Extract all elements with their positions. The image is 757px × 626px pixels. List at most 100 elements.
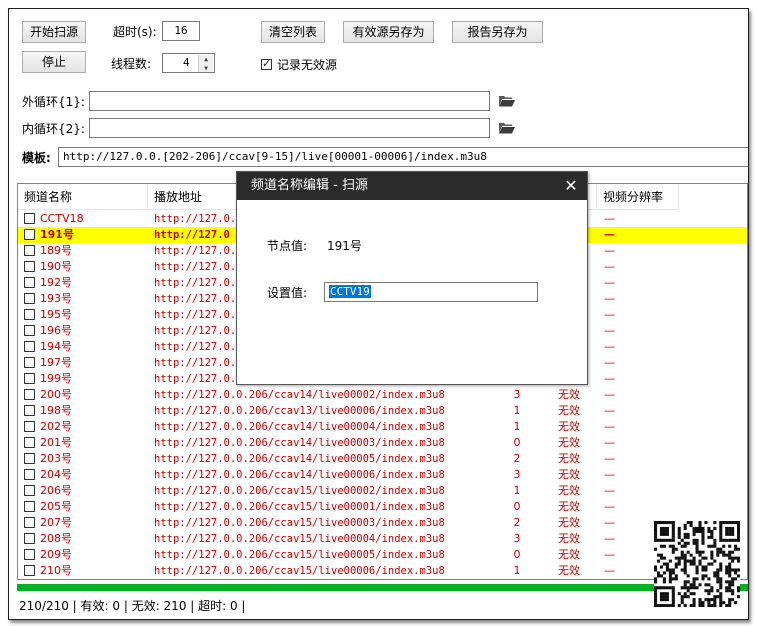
row-name: 199号	[40, 372, 72, 385]
row-checkbox[interactable]	[24, 501, 35, 512]
row-checkbox[interactable]	[24, 437, 35, 448]
row-checkbox[interactable]	[24, 517, 35, 528]
row-url: http://127.0.0.206/ccav15/live00001/inde…	[154, 501, 445, 513]
row-count: 1	[513, 420, 521, 433]
row-url: http://127.0.0.206/ccav15/live00005/inde…	[154, 549, 445, 561]
inner-loop-label: 内循环{2}:	[22, 122, 85, 136]
row-checkbox[interactable]	[24, 277, 35, 288]
row-checkbox[interactable]	[24, 421, 35, 432]
row-checkbox[interactable]	[24, 565, 35, 576]
row-checkbox[interactable]	[24, 533, 35, 544]
row-count: 2	[513, 452, 521, 465]
spin-down-icon[interactable]: ▼	[199, 64, 213, 72]
inner-loop-input[interactable]	[89, 118, 490, 138]
row-url: http://127.0.0.206/ccav14/live00003/inde…	[154, 437, 445, 449]
close-icon[interactable]: ✕	[563, 178, 579, 194]
row-url: http://127.0.0.206/ccav15/live00004/inde…	[154, 533, 445, 545]
save-report-button[interactable]: 报告另存为	[452, 21, 543, 43]
row-name: 210号	[40, 564, 72, 577]
outer-loop-folder-icon[interactable]	[499, 95, 515, 107]
row-checkbox[interactable]	[24, 469, 35, 480]
table-row[interactable]: 209号 http://127.0.0.206/ccav15/live00005/…	[18, 547, 747, 563]
table-row[interactable]: 208号 http://127.0.0.206/ccav15/live00004/…	[18, 531, 747, 547]
row-count: 3	[513, 468, 521, 481]
row-name: 198号	[40, 404, 72, 417]
table-row[interactable]: 205号 http://127.0.0.206/ccav15/live00001/…	[18, 499, 747, 515]
row-name: 193号	[40, 292, 72, 305]
table-row[interactable]: 204号 http://127.0.0.206/ccav14/live00006/…	[18, 467, 747, 483]
row-resolution: —	[604, 212, 615, 225]
set-value-input[interactable]: CCTV19	[324, 282, 538, 302]
row-status: 无效	[558, 468, 580, 481]
table-row[interactable]: 202号 http://127.0.0.206/ccav14/live00004/…	[18, 419, 747, 435]
outer-loop-label: 外循环{1}:	[22, 95, 85, 109]
threads-spin[interactable]: ▲ ▼	[198, 55, 213, 72]
table-row[interactable]: 210号 http://127.0.0.206/ccav15/live00006/…	[18, 563, 747, 579]
row-name: 197号	[40, 356, 72, 369]
row-resolution: —	[604, 340, 615, 353]
outer-loop-input[interactable]	[89, 91, 490, 111]
table-row[interactable]: 206号 http://127.0.0.206/ccav15/live00002/…	[18, 483, 747, 499]
row-checkbox[interactable]	[24, 309, 35, 320]
row-status: 无效	[558, 420, 580, 433]
column-header-resolution[interactable]: 视频分辨率	[597, 184, 679, 210]
row-resolution: —	[604, 228, 615, 241]
main-window: 开始扫源 停止 超时(s): 16 线程数: 4 ▲ ▼ 清空列表 有效源另存为…	[8, 8, 749, 620]
table-row[interactable]: 203号 http://127.0.0.206/ccav14/live00005/…	[18, 451, 747, 467]
set-value-label: 设置值:	[267, 286, 308, 300]
row-checkbox[interactable]	[24, 245, 35, 256]
spin-up-icon[interactable]: ▲	[199, 55, 213, 64]
row-name: 209号	[40, 548, 72, 561]
row-status: 无效	[558, 564, 580, 577]
row-checkbox[interactable]	[24, 549, 35, 560]
table-row[interactable]: 207号 http://127.0.0.206/ccav15/live00003/…	[18, 515, 747, 531]
row-checkbox[interactable]	[24, 261, 35, 272]
row-checkbox[interactable]	[24, 325, 35, 336]
row-count: 0	[513, 436, 521, 449]
row-checkbox[interactable]	[24, 213, 35, 224]
table-row[interactable]: 201号 http://127.0.0.206/ccav14/live00003/…	[18, 435, 747, 451]
row-resolution: —	[604, 276, 615, 289]
template-input[interactable]: http://127.0.0.[202-206]/ccav[9-15]/live…	[58, 147, 748, 167]
row-resolution: —	[604, 324, 615, 337]
row-count: 3	[513, 532, 521, 545]
timeout-input[interactable]: 16	[162, 21, 200, 41]
log-invalid-checkbox[interactable]	[261, 57, 272, 70]
timeout-label: 超时(s):	[113, 25, 157, 39]
row-status: 无效	[558, 436, 580, 449]
row-status: 无效	[558, 452, 580, 465]
row-url: http://127.0.0.206/ccav13/live00006/inde…	[154, 405, 445, 417]
row-resolution: —	[604, 484, 615, 497]
row-count: 1	[513, 404, 521, 417]
row-checkbox[interactable]	[24, 373, 35, 384]
inner-loop-folder-icon[interactable]	[499, 122, 515, 134]
row-checkbox[interactable]	[24, 453, 35, 464]
row-checkbox[interactable]	[24, 341, 35, 352]
row-checkbox[interactable]	[24, 405, 35, 416]
stop-button[interactable]: 停止	[22, 51, 86, 73]
row-name: 201号	[40, 436, 72, 449]
row-url: http://127.0.0.206/ccav14/live00004/inde…	[154, 421, 445, 433]
clear-list-button[interactable]: 清空列表	[261, 21, 325, 43]
row-resolution: —	[604, 308, 615, 321]
column-header-name[interactable]: 频道名称	[18, 184, 148, 210]
row-name: 194号	[40, 340, 72, 353]
row-count: 0	[513, 500, 521, 513]
threads-stepper[interactable]: 4 ▲ ▼	[162, 53, 215, 73]
row-status: 无效	[558, 548, 580, 561]
row-url: http://127.0.0.206/ccav15/live00002/inde…	[154, 485, 445, 497]
row-checkbox[interactable]	[24, 293, 35, 304]
row-name: 205号	[40, 500, 72, 513]
row-count: 0	[513, 548, 521, 561]
row-checkbox[interactable]	[24, 485, 35, 496]
row-name: 208号	[40, 532, 72, 545]
save-valid-button[interactable]: 有效源另存为	[343, 21, 434, 43]
row-checkbox[interactable]	[24, 389, 35, 400]
table-row[interactable]: 198号 http://127.0.0.206/ccav13/live00006/…	[18, 403, 747, 419]
row-checkbox[interactable]	[24, 357, 35, 368]
row-resolution: —	[604, 356, 615, 369]
row-status: 无效	[558, 388, 580, 401]
table-row[interactable]: 200号 http://127.0.0.206/ccav14/live00002/…	[18, 387, 747, 403]
row-checkbox[interactable]	[24, 229, 35, 240]
start-scan-button[interactable]: 开始扫源	[22, 21, 86, 43]
